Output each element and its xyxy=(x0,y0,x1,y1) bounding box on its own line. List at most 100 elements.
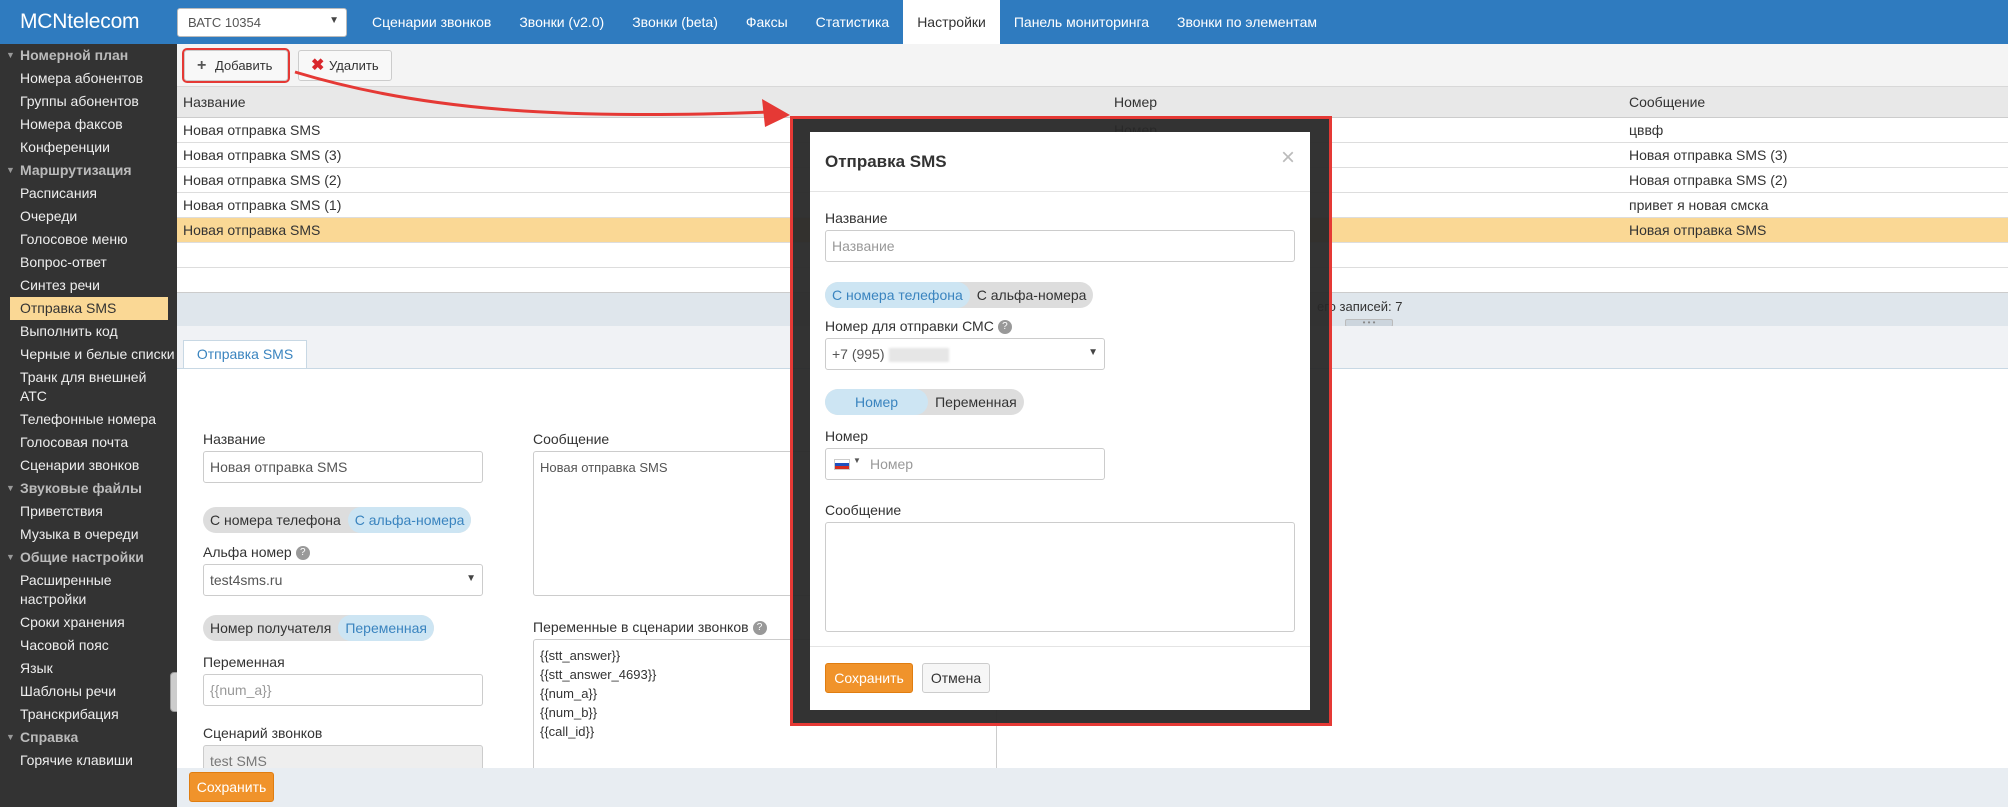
column-header-name[interactable]: Название xyxy=(183,87,246,117)
column-header-number[interactable]: Номер xyxy=(1114,87,1157,117)
sidebar-item[interactable]: Номера факсов xyxy=(0,113,177,136)
delete-button[interactable]: ✖ Удалить xyxy=(298,50,392,81)
table-cell-name: Новая отправка SMS xyxy=(183,122,321,138)
modal-recipient-toggle-number[interactable]: Номер xyxy=(825,389,929,415)
nav-tab[interactable]: Факсы xyxy=(732,0,802,44)
column-header-message[interactable]: Сообщение xyxy=(1629,87,1705,117)
scenario-variables-label-text: Переменные в сценарии звонков xyxy=(533,619,749,635)
sidebar-item[interactable]: Язык xyxy=(0,657,177,680)
nav-tab[interactable]: Сценарии звонков xyxy=(358,0,505,44)
sidebar-item[interactable]: Телефонные номера xyxy=(0,408,177,431)
name-input[interactable]: Новая отправка SMS xyxy=(203,451,483,483)
recipient-toggle-variable[interactable]: Переменная xyxy=(338,615,434,641)
add-button[interactable]: + Добавить xyxy=(182,48,290,83)
sidebar-item[interactable]: Музыка в очереди xyxy=(0,523,177,546)
recipient-toggle-number[interactable]: Номер получателя xyxy=(203,615,338,641)
help-icon[interactable]: ? xyxy=(752,621,767,636)
help-icon[interactable]: ? xyxy=(997,320,1012,335)
sidebar-item[interactable]: Голосовая почта xyxy=(0,431,177,454)
modal-sender-toggle-alpha[interactable]: С альфа-номера xyxy=(970,282,1094,308)
nav-tab[interactable]: Статистика xyxy=(802,0,904,44)
table-header: Название Номер Сообщение xyxy=(177,86,2008,118)
message-label: Сообщение xyxy=(533,431,610,447)
sidebar-group[interactable]: ▼ Справка xyxy=(0,726,177,749)
top-bar: MCNtelecom ВАТС 10354 ▼ Сценарии звонков З… xyxy=(0,0,2008,44)
table-cell-name: Новая отправка SMS xyxy=(183,222,321,238)
sidebar-group-label: Звуковые файлы xyxy=(20,480,142,496)
nav-tab[interactable]: Звонки (beta) xyxy=(618,0,732,44)
sidebar-item[interactable]: Конференции xyxy=(0,136,177,159)
modal-name-input[interactable]: Название xyxy=(825,230,1295,262)
sidebar-item[interactable]: Транскрибация xyxy=(0,703,177,726)
scenario-label: Сценарий звонков xyxy=(203,725,323,741)
sidebar-item[interactable]: Транк для внешней АТС xyxy=(0,366,177,408)
sidebar-item[interactable]: Выполнить код xyxy=(0,320,177,343)
variable-input[interactable]: {{num_a}} xyxy=(203,674,483,706)
sidebar-group[interactable]: ▼ Общие настройки xyxy=(0,546,177,569)
close-icon[interactable]: × xyxy=(1281,144,1295,172)
chevron-down-icon: ▼ xyxy=(6,552,15,562)
sender-toggle-phone[interactable]: С номера телефона xyxy=(203,507,348,533)
sidebar-item[interactable]: Горячие клавиши xyxy=(0,749,177,772)
russia-flag-icon[interactable] xyxy=(834,459,850,470)
modal-recipient-type-toggle: Номер Переменная xyxy=(825,389,1024,415)
sidebar-item[interactable]: Отправка SMS xyxy=(10,297,168,320)
sidebar-item[interactable]: Сценарии звонков xyxy=(0,454,177,477)
sidebar-item[interactable]: Номера абонентов xyxy=(0,67,177,90)
sidebar-item[interactable]: Голосовое меню xyxy=(0,228,177,251)
account-select-value: ВАТС 10354 xyxy=(188,15,261,30)
sidebar-item[interactable]: Группы абонентов xyxy=(0,90,177,113)
modal-message-textarea[interactable] xyxy=(825,522,1295,632)
account-select[interactable]: ВАТС 10354 ▼ xyxy=(177,8,347,37)
chevron-down-icon: ▼ xyxy=(466,573,476,584)
nav-tab[interactable]: Панель мониторинга xyxy=(1000,0,1163,44)
sidebar-item[interactable]: Вопрос-ответ xyxy=(0,251,177,274)
sidebar-group-label: Номерной план xyxy=(20,47,129,63)
alpha-number-label: Альфа номер? xyxy=(203,544,310,561)
nav-tab[interactable]: Настройки xyxy=(903,0,1000,44)
detail-save-button[interactable]: Сохранить xyxy=(189,772,274,802)
modal-save-button[interactable]: Сохранить xyxy=(825,663,913,693)
add-button-label: Добавить xyxy=(215,58,273,73)
sidebar-item[interactable]: Расписания xyxy=(0,182,177,205)
sender-toggle-alpha[interactable]: С альфа-номера xyxy=(347,507,472,533)
modal-sender-select[interactable]: +7 (995) ▼ xyxy=(825,338,1105,370)
sidebar-item[interactable]: Часовой пояс xyxy=(0,634,177,657)
sidebar: ▼ Номерной план Номера абонентов Группы або… xyxy=(0,44,177,807)
sidebar-item[interactable]: Шаблоны речи xyxy=(0,680,177,703)
chevron-down-icon: ▼ xyxy=(329,15,339,26)
modal-number-input[interactable]: ▼ Номер xyxy=(825,448,1105,480)
sidebar-group-label: Общие настройки xyxy=(20,549,144,565)
modal-sender-toggle-phone[interactable]: С номера телефона xyxy=(825,282,970,308)
nav-tab[interactable]: Звонки по элементам xyxy=(1163,0,1331,44)
help-icon[interactable]: ? xyxy=(295,546,310,561)
sidebar-item[interactable]: Сроки хранения xyxy=(0,611,177,634)
modal-sender-type-toggle: С номера телефона С альфа-номера xyxy=(825,282,1094,308)
scenario-variables-label: Переменные в сценарии звонков? xyxy=(533,619,767,636)
sidebar-group[interactable]: ▼ Звуковые файлы xyxy=(0,477,177,500)
modal-sender-value: +7 (995) xyxy=(832,346,885,362)
redacted-number xyxy=(888,348,949,363)
sidebar-item[interactable]: Черные и белые списки xyxy=(0,343,177,366)
chevron-down-icon: ▼ xyxy=(6,165,15,175)
sidebar-item[interactable]: Приветствия xyxy=(0,500,177,523)
table-cell-message: привет я новая смска xyxy=(1629,197,1769,213)
main-nav: Сценарии звонков Звонки (v2.0) Звонки (bet… xyxy=(358,0,1331,44)
sidebar-item[interactable]: Синтез речи xyxy=(0,274,177,297)
modal-cancel-button[interactable]: Отмена xyxy=(922,663,990,693)
modal-number-placeholder: Номер xyxy=(870,456,914,472)
modal-name-label: Название xyxy=(825,210,888,226)
sms-modal: Отправка SMS × Название Название С номер… xyxy=(810,132,1310,710)
tab-sms-detail[interactable]: Отправка SMS xyxy=(183,340,307,368)
modal-sender-label-text: Номер для отправки СМС xyxy=(825,318,994,334)
modal-recipient-toggle-variable[interactable]: Переменная xyxy=(928,389,1024,415)
nav-tab[interactable]: Звонки (v2.0) xyxy=(505,0,618,44)
chevron-down-icon: ▼ xyxy=(1088,347,1098,358)
sidebar-group[interactable]: ▼ Маршрутизация xyxy=(0,159,177,182)
chevron-down-icon: ▼ xyxy=(853,456,861,465)
alpha-number-select[interactable]: test4sms.ru ▼ xyxy=(203,564,483,596)
sidebar-item[interactable]: Очереди xyxy=(0,205,177,228)
sidebar-group-label: Справка xyxy=(20,729,79,745)
sidebar-item[interactable]: Расширенные настройки xyxy=(0,569,177,611)
sidebar-group[interactable]: ▼ Номерной план xyxy=(0,44,177,67)
